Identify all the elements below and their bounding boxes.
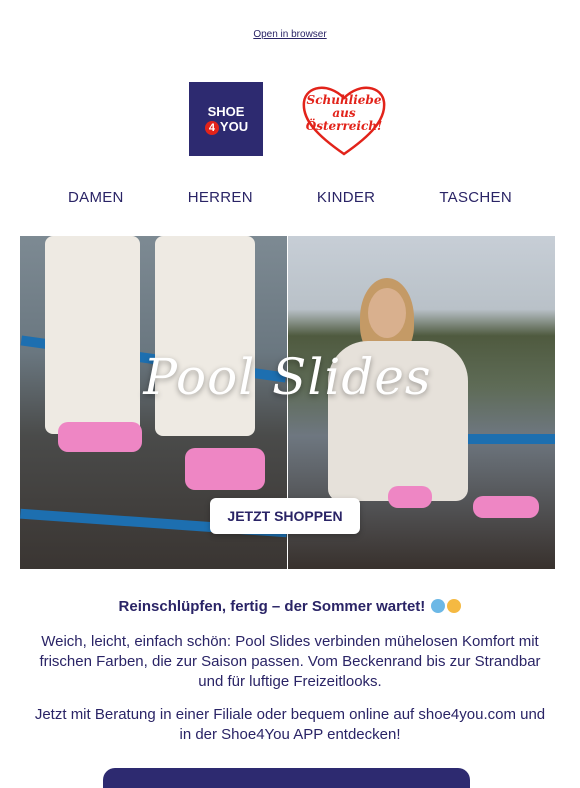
hero-headline: Pool Slides <box>143 348 432 406</box>
pink-slide <box>185 448 265 490</box>
main-nav: DAMEN HERREN KINDER TASCHEN <box>0 189 580 206</box>
description-paragraph: Weich, leicht, einfach schön: Pool Slide… <box>39 633 541 690</box>
pink-slide <box>58 422 142 452</box>
shop-now-button[interactable]: JETZT SHOPPEN <box>210 498 360 534</box>
tagline: Reinschlüpfen, fertig – der Sommer warte… <box>0 598 580 615</box>
splash-icon <box>431 599 446 613</box>
hero-banner[interactable]: Pool Slides JETZT SHOPPEN <box>20 236 555 569</box>
logo-line2: 4 YOU <box>204 119 248 135</box>
logo-line1: SHOE <box>207 103 245 119</box>
cta-paragraph: Jetzt mit Beratung in einer Filiale oder… <box>34 706 546 743</box>
badge-text: Schuhliebe aus Österreich! <box>298 94 390 133</box>
bottom-button[interactable] <box>103 768 470 788</box>
schuhliebe-badge: Schuhliebe aus Österreich! <box>298 80 390 158</box>
nav-item-taschen[interactable]: TASCHEN <box>407 189 544 206</box>
pink-slide <box>388 486 432 508</box>
leg <box>155 236 255 436</box>
logo-four: 4 <box>204 120 219 135</box>
tagline-text: Reinschlüpfen, fertig – der Sommer warte… <box>118 598 426 615</box>
open-in-browser-link[interactable]: Open in browser <box>0 29 580 40</box>
face <box>368 288 406 338</box>
nav-item-kinder[interactable]: KINDER <box>285 189 407 206</box>
nav-item-herren[interactable]: HERREN <box>156 189 285 206</box>
email-page: Open in browser SHOE 4 YOU Schuhliebe aus… <box>0 0 580 788</box>
smile-icon <box>447 599 462 613</box>
pink-slide <box>473 496 539 518</box>
shoe4you-logo[interactable]: SHOE 4 YOU <box>189 82 263 156</box>
logo-you: YOU <box>219 118 249 134</box>
badge-line3: Österreich! <box>305 119 383 133</box>
nav-item-damen[interactable]: DAMEN <box>36 189 156 206</box>
